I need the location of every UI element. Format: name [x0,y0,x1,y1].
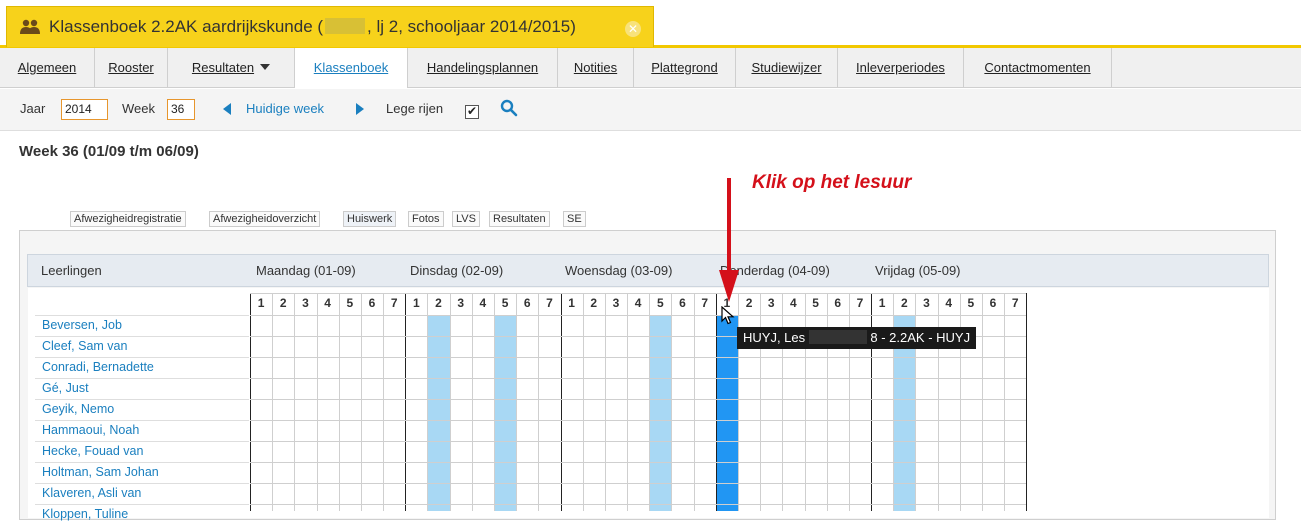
main-nav: Algemeen Rooster Resultaten Klassenboek … [0,48,1301,89]
tab-label: Contactmomenten [984,60,1091,75]
student-row-separator [35,378,249,379]
day-header-vrijdag: Vrijdag (05-09) [875,263,961,278]
student-name-link[interactable]: Holtman, Sam Johan [42,465,159,479]
title-text-after: , lj 2, schooljaar 2014/2015) [367,17,576,36]
student-row-separator [35,336,249,337]
student-row-separator [35,420,249,421]
student-row-separator [35,462,249,463]
lege-rijen-checkbox[interactable]: ✔ [465,105,479,119]
group-icon [20,19,40,34]
week-input[interactable]: 36 [167,99,195,120]
students-column-header: Leerlingen [41,263,102,278]
toolbar: Jaar 2014 Week 36 Huidige week Lege rije… [0,89,1301,131]
subtab-afwezigheidregistratie[interactable]: Afwezigheidregistratie [70,211,186,227]
student-row-separator [35,315,249,316]
week-label: Week [122,101,155,116]
tab-label: Studiewijzer [751,60,822,75]
day-header-woensdag: Woensdag (03-09) [565,263,673,278]
jaar-input[interactable]: 2014 [61,99,108,120]
next-week-arrow-icon[interactable] [356,103,364,115]
tab-label: Klassenboek [313,60,389,75]
jaar-label: Jaar [20,101,46,116]
close-circle-icon[interactable]: ✕ [625,21,641,37]
student-name-link[interactable]: Conradi, Bernadette [42,360,154,374]
subtab-lvs[interactable]: LVS [452,211,480,227]
title-bar: Klassenboek 2.2AK aardrijkskunde ( , lj 2… [0,0,1301,48]
tab-label: Handelingsplannen [426,60,539,75]
lesson-tooltip: HUYJ, Les 8 - 2.2AK - HUYJ [737,327,977,349]
redacted-block [325,18,366,34]
current-week-link[interactable]: Huidige week [246,101,324,116]
tab-notities[interactable]: Notities [558,48,634,88]
student-name-link[interactable]: Geyik, Nemo [42,402,114,416]
student-name-link[interactable]: Klaveren, Asli van [42,486,141,500]
lege-rijen-label: Lege rijen [386,101,444,116]
tab-resultaten[interactable]: Resultaten [168,48,295,88]
title-text-before: Klassenboek 2.2AK aardrijkskunde ( [49,17,324,36]
tab-label: Inleverperiodes [856,60,945,75]
student-row-separator [35,357,249,358]
classbook-tab[interactable]: Klassenboek 2.2AK aardrijkskunde ( , lj 2… [6,6,654,47]
red-arrow-annotation [719,178,739,302]
tooltip-text-before: HUYJ, Les [743,330,806,345]
student-name-link[interactable]: Hammaoui, Noah [42,423,139,437]
tab-contactmomenten[interactable]: Contactmomenten [964,48,1112,88]
tab-label: Plattegrond [651,60,718,75]
student-row-separator [35,399,249,400]
tab-plattegrond[interactable]: Plattegrond [634,48,736,88]
student-name-link[interactable]: Kloppen, Tuline [42,507,128,521]
student-row-separator [35,441,249,442]
student-row-separator [35,483,249,484]
tab-rooster[interactable]: Rooster [95,48,168,88]
student-name-link[interactable]: Gé, Just [42,381,89,395]
tab-inleverperiodes[interactable]: Inleverperiodes [838,48,964,88]
annotation-text: Klik op het lesuur [752,172,912,193]
window-title: Klassenboek 2.2AK aardrijkskunde ( , lj 2… [49,17,576,37]
tab-label: Algemeen [17,60,77,75]
week-heading: Week 36 (01/09 t/m 06/09) [19,143,199,160]
tab-label: Notities [573,60,618,75]
student-name-link[interactable]: Cleef, Sam van [42,339,127,353]
mouse-cursor-icon [721,306,735,325]
subtab-fotos[interactable]: Fotos [408,211,444,227]
tab-handelingsplannen[interactable]: Handelingsplannen [408,48,558,88]
subtab-se[interactable]: SE [563,211,586,227]
day-header-maandag: Maandag (01-09) [256,263,356,278]
tab-label: Rooster [108,60,154,75]
subtab-afwezigheidoverzicht[interactable]: Afwezigheidoverzicht [209,211,321,227]
panel-header: Leerlingen Maandag (01-09) Dinsdag (02-0… [27,254,1269,287]
student-name-link[interactable]: Beversen, Job [42,318,122,332]
student-row-separator [35,504,249,505]
tab-klassenboek[interactable]: Klassenboek [295,48,408,89]
subtab-huiswerk[interactable]: Huiswerk [343,211,397,227]
subtab-resultaten[interactable]: Resultaten [489,211,550,227]
search-icon[interactable] [500,99,518,117]
tooltip-text-after: 8 - 2.2AK - HUYJ [870,330,971,345]
chevron-down-icon [260,64,271,70]
tab-label: Resultaten [191,60,255,75]
tab-studiewijzer[interactable]: Studiewijzer [736,48,838,88]
redacted-block [808,330,867,344]
previous-week-arrow-icon[interactable] [223,103,231,115]
tab-algemeen[interactable]: Algemeen [0,48,95,88]
student-name-link[interactable]: Hecke, Fouad van [42,444,143,458]
day-header-dinsdag: Dinsdag (02-09) [410,263,504,278]
